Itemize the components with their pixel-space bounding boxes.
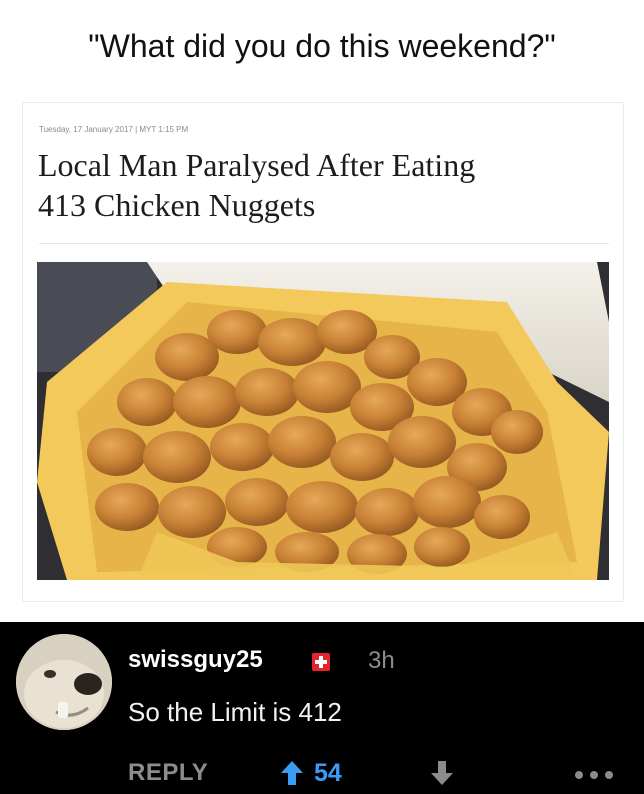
comment-body: So the Limit is 412 bbox=[128, 697, 342, 727]
nuggets-illustration bbox=[37, 262, 609, 580]
upvote-arrow-icon[interactable] bbox=[280, 760, 304, 786]
avatar[interactable] bbox=[16, 634, 112, 730]
headline-line-2: 413 Chicken Nuggets bbox=[38, 187, 316, 223]
comment-timestamp: 3h bbox=[368, 647, 395, 674]
swiss-flag-icon bbox=[312, 653, 330, 671]
vote-score: 54 bbox=[314, 759, 342, 787]
chicken-nuggets-photo bbox=[37, 262, 609, 580]
reply-button[interactable]: REPLY bbox=[128, 759, 208, 787]
post-caption: "What did you do this weekend?" bbox=[88, 28, 556, 64]
comment-username[interactable]: swissguy25 bbox=[128, 646, 263, 674]
downvote-arrow-icon[interactable] bbox=[430, 760, 454, 786]
divider bbox=[39, 243, 609, 244]
more-options-icon[interactable] bbox=[574, 770, 614, 780]
article-headline: Local Man Paralysed After Eating 413 Chi… bbox=[38, 145, 613, 225]
comment: swissguy25 3h So the Limit is 412 REPLY … bbox=[0, 622, 644, 794]
article-screenshot: Tuesday, 17 January 2017 | MYT 1:15 PM L… bbox=[22, 102, 624, 602]
article-dateline: Tuesday, 17 January 2017 | MYT 1:15 PM bbox=[39, 125, 189, 134]
headline-line-1: Local Man Paralysed After Eating bbox=[38, 147, 476, 183]
dog-avatar-icon bbox=[16, 634, 112, 730]
